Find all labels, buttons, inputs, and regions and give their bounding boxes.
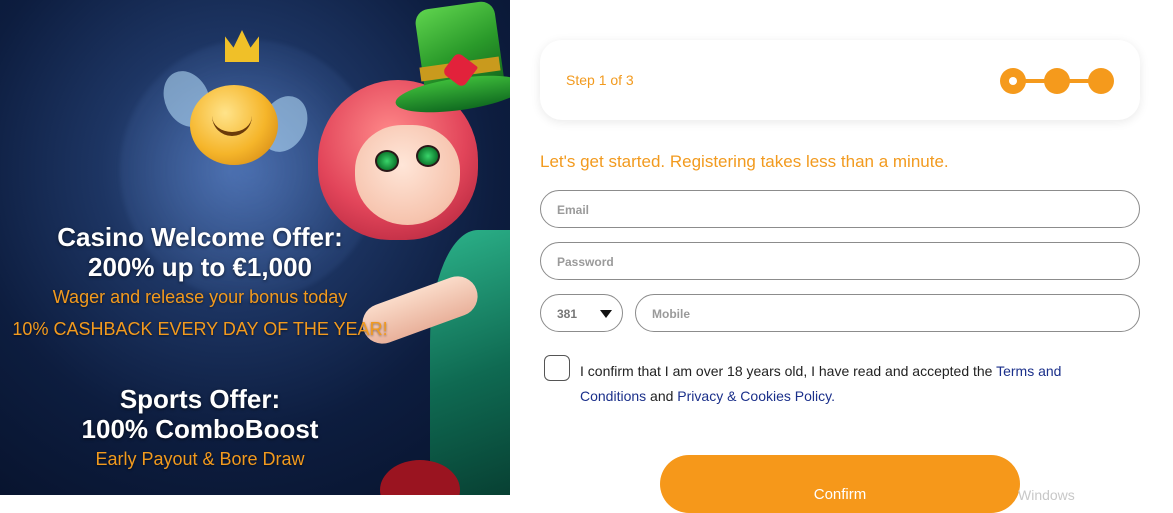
casino-offer: Casino Welcome Offer: 200% up to €1,000 … (0, 222, 400, 340)
windows-watermark: Windows (1018, 487, 1075, 503)
consent-suffix: . (831, 388, 835, 404)
sports-offer-amount: 100% ComboBoost (81, 414, 319, 444)
casino-offer-amount: 200% up to €1,000 (88, 252, 312, 282)
chevron-down-icon (600, 310, 612, 318)
intro-text: Let's get started. Registering takes les… (540, 152, 949, 171)
sports-offer-title: Sports Offer: (119, 384, 281, 414)
step-indicator-card: Step 1 of 3 (540, 40, 1140, 120)
mobile-field[interactable]: Mobile (635, 294, 1140, 332)
character-dress-image (430, 230, 510, 495)
password-placeholder: Password (557, 255, 614, 269)
sports-offer-subtitle: Early Payout & Bore Draw (95, 449, 305, 469)
character-face-image (355, 125, 460, 225)
casino-offer-subtitle: Wager and release your bonus today (52, 287, 348, 307)
step-dot (1044, 68, 1070, 94)
registration-form: Step 1 of 3 Let's get started. Registeri… (510, 0, 1173, 513)
email-field[interactable]: Email (540, 190, 1140, 228)
consent-checkbox[interactable] (544, 355, 570, 381)
country-code-select[interactable]: 381 (540, 294, 623, 332)
step-label: Step 1 of 3 (566, 72, 634, 88)
country-code-value: 381 (557, 307, 578, 321)
promo-banner: Casino Welcome Offer: 200% up to €1,000 … (0, 0, 510, 495)
character-eye-image (416, 145, 440, 167)
character-eye-image (375, 150, 399, 172)
password-field[interactable]: Password (540, 242, 1140, 280)
consent-text: I confirm that I am over 18 years old, I… (580, 359, 1110, 409)
confirm-button[interactable]: Confirm (660, 455, 1020, 513)
consent-and: and (646, 388, 678, 404)
privacy-link[interactable]: Privacy & Cookies Policy (677, 388, 831, 404)
step-dot (1088, 68, 1114, 94)
cashback-text: 10% CASHBACK EVERY DAY OF THE YEAR! (12, 319, 388, 339)
email-placeholder: Email (557, 203, 590, 217)
sports-offer: Sports Offer: 100% ComboBoost Early Payo… (0, 384, 400, 470)
mobile-placeholder: Mobile (652, 307, 690, 321)
step-progress (1000, 68, 1114, 94)
crown-icon (225, 30, 259, 62)
step-dot-current (1000, 68, 1026, 94)
casino-offer-title: Casino Welcome Offer: (57, 222, 343, 252)
consent-prefix: I confirm that I am over 18 years old, I… (580, 363, 997, 379)
